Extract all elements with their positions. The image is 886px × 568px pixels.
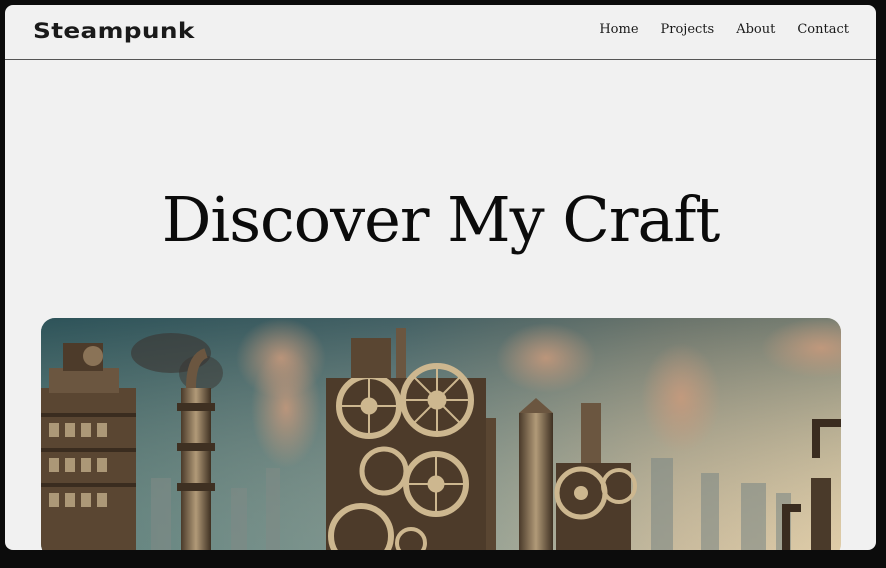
nav-link-home[interactable]: Home bbox=[599, 22, 638, 37]
nav-links: Home Projects About Contact bbox=[599, 22, 849, 37]
browser-window: Steampunk Home Projects About Contact Di… bbox=[5, 5, 876, 550]
nav-link-contact[interactable]: Contact bbox=[797, 22, 849, 37]
hero-title: Discover My Craft bbox=[161, 183, 721, 256]
nav-link-projects[interactable]: Projects bbox=[661, 22, 715, 37]
site-logo[interactable]: Steampunk bbox=[33, 19, 195, 43]
top-nav: Steampunk Home Projects About Contact bbox=[5, 5, 876, 60]
nav-link-about[interactable]: About bbox=[736, 22, 775, 37]
hero-image-steampunk-city bbox=[41, 318, 841, 550]
